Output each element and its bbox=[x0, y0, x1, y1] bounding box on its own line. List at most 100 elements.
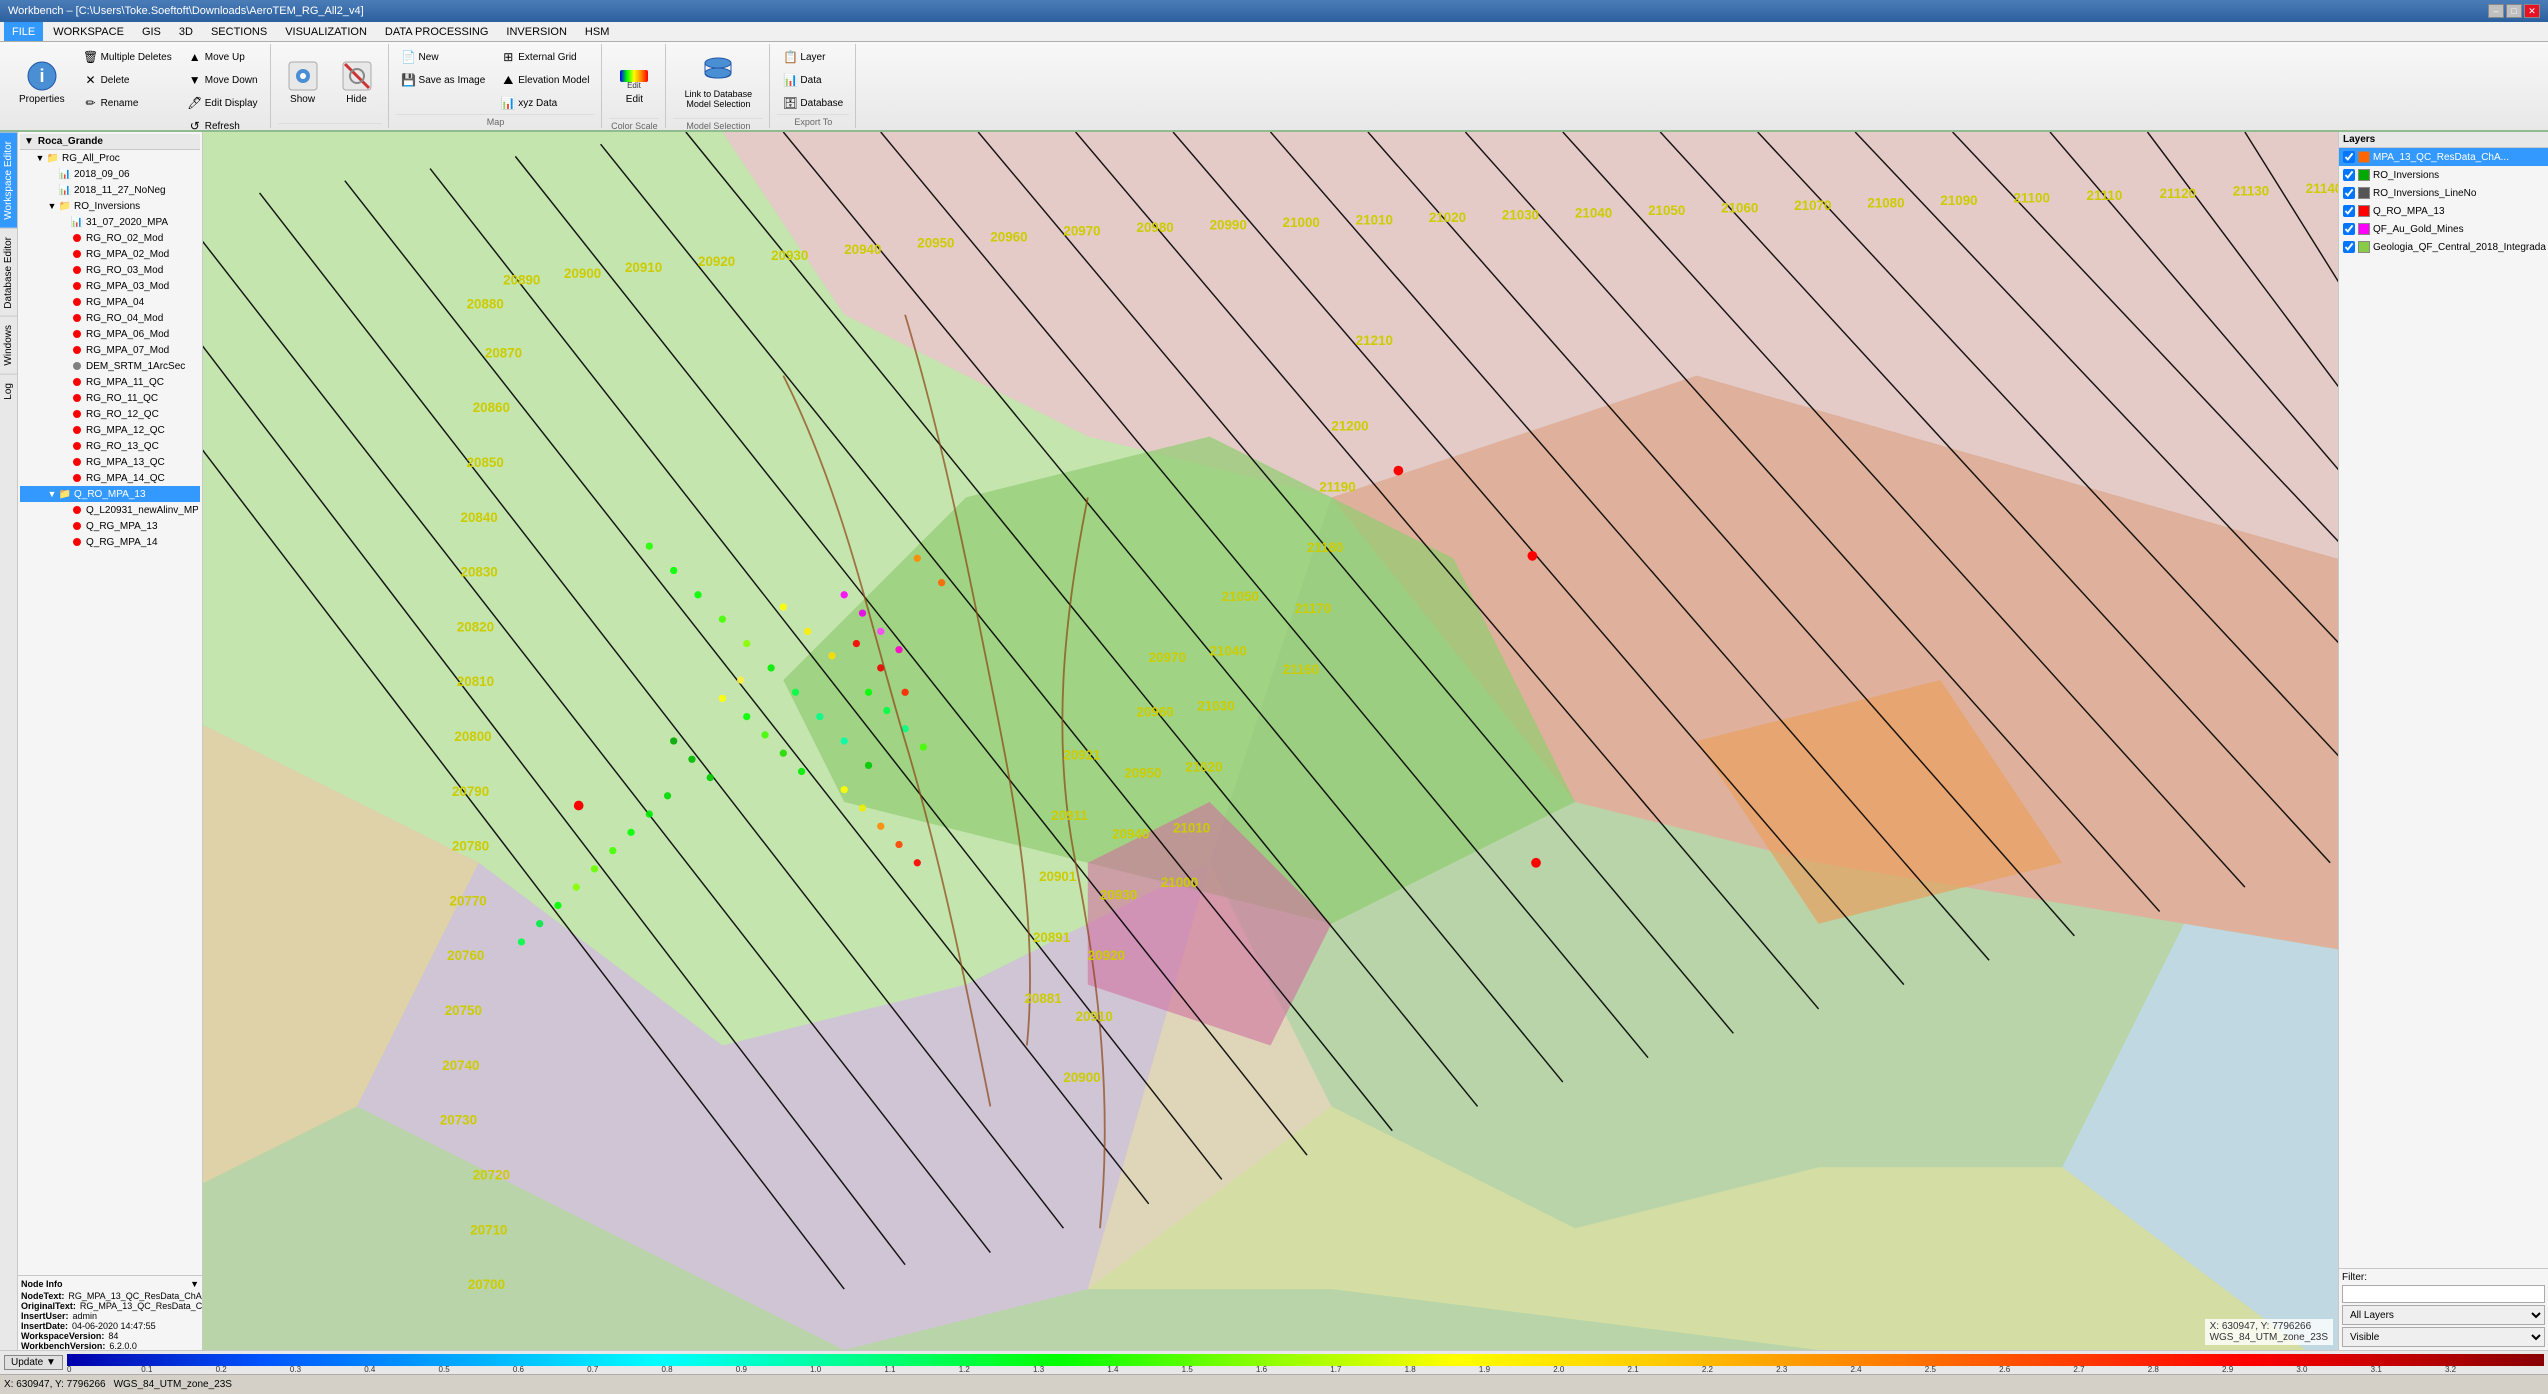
filter-input[interactable] bbox=[2342, 1285, 2545, 1303]
tree-item-rg-mpa-06-mod[interactable]: ▶RG_MPA_06_Mod bbox=[20, 326, 200, 342]
layer-item-ro-inversions[interactable]: RO_Inversions bbox=[2339, 166, 2548, 184]
tree-item-dem-srtm[interactable]: ▶DEM_SRTM_1ArcSec bbox=[20, 358, 200, 374]
tree-item-q-l20931-newalinv[interactable]: ▶Q_L20931_newAlinv_MPA1_ bbox=[20, 502, 200, 518]
layer-color bbox=[2358, 205, 2370, 217]
layers-visible-dropdown[interactable]: Visible bbox=[2342, 1327, 2545, 1347]
menu-workspace[interactable]: WORKSPACE bbox=[45, 22, 132, 41]
layer-checkbox[interactable] bbox=[2343, 241, 2355, 253]
tree-expander[interactable]: ▼ bbox=[34, 152, 46, 164]
layer-checkbox[interactable] bbox=[2343, 205, 2355, 217]
new-button[interactable]: 📄 New bbox=[396, 46, 492, 68]
menu-data-processing[interactable]: DATA PROCESSING bbox=[377, 22, 497, 41]
tree-label: RG_MPA_07_Mod bbox=[86, 345, 169, 356]
tree-item-ro-inversions[interactable]: ▼📁RO_Inversions bbox=[20, 198, 200, 214]
side-tab-database-editor[interactable]: Database Editor bbox=[0, 228, 17, 317]
tree-item-rg-all-proc[interactable]: ▼📁RG_All_Proc bbox=[20, 150, 200, 166]
move-down-button[interactable]: ▼ Move Down bbox=[182, 69, 264, 91]
minimize-button[interactable]: – bbox=[2488, 4, 2504, 18]
layer-item-mpa-13-qc[interactable]: MPA_13_QC_ResData_ChA... bbox=[2339, 148, 2548, 166]
svg-text:1.9: 1.9 bbox=[1479, 1365, 1491, 1372]
tree-item-2018-09-06[interactable]: ▶📊2018_09_06 bbox=[20, 166, 200, 182]
tree-item-rg-ro-02-mod[interactable]: ▶RG_RO_02_Mod bbox=[20, 230, 200, 246]
layer-item-ro-inversions-lineno[interactable]: RO_Inversions_LineNo bbox=[2339, 184, 2548, 202]
menu-gis[interactable]: GIS bbox=[134, 22, 169, 41]
main-area: Workspace Editor Database Editor Windows… bbox=[0, 132, 2548, 1350]
layer-checkbox[interactable] bbox=[2343, 151, 2355, 163]
hide-button[interactable]: Hide bbox=[332, 46, 382, 118]
layers-all-dropdown[interactable]: All Layers bbox=[2342, 1305, 2545, 1325]
menu-hsm[interactable]: HSM bbox=[577, 22, 617, 41]
edit-display-button[interactable]: 🖊 Edit Display bbox=[182, 92, 264, 114]
tree-item-q-rg-mpa-13[interactable]: ▶Q_RG_MPA_13 bbox=[20, 518, 200, 534]
tree-item-rg-mpa-04[interactable]: ▶RG_MPA_04 bbox=[20, 294, 200, 310]
tree-item-rg-mpa-03-mod[interactable]: ▶RG_MPA_03_Mod bbox=[20, 278, 200, 294]
svg-text:20760: 20760 bbox=[447, 948, 484, 963]
tree-expander[interactable]: ▼ bbox=[46, 488, 58, 500]
delete-button[interactable]: ✕ Delete bbox=[78, 69, 178, 91]
move-up-button[interactable]: ▲ Move Up bbox=[182, 46, 264, 68]
layer-export-button[interactable]: 📋 Layer bbox=[777, 46, 849, 68]
tree-item-2018-11-27-noneg[interactable]: ▶📊2018_11_27_NoNeg bbox=[20, 182, 200, 198]
save-as-image-button[interactable]: 💾 Save as Image bbox=[396, 69, 492, 91]
link-to-database-button[interactable]: Link to Database Model Selection bbox=[673, 46, 763, 118]
tree-item-rg-ro-11-qc[interactable]: ▶RG_RO_11_QC bbox=[20, 390, 200, 406]
menu-sections[interactable]: SECTIONS bbox=[203, 22, 275, 41]
tree-item-rg-mpa-13-qc[interactable]: ▶RG_MPA_13_QC bbox=[20, 454, 200, 470]
multiple-deletes-button[interactable]: 🗑 Multiple Deletes bbox=[78, 46, 178, 68]
svg-text:21130: 21130 bbox=[2233, 183, 2269, 198]
right-panel: Layers MPA_13_QC_ResData_ChA...RO_Invers… bbox=[2338, 132, 2548, 1350]
tree-item-rg-ro-03-mod[interactable]: ▶RG_RO_03_Mod bbox=[20, 262, 200, 278]
xyz-data-button[interactable]: 📊 xyz Data bbox=[495, 92, 595, 114]
tree-label: 2018_09_06 bbox=[74, 169, 130, 180]
tree-item-31-07-2020-mpa[interactable]: ▶📊31_07_2020_MPA bbox=[20, 214, 200, 230]
menu-visualization[interactable]: VISUALIZATION bbox=[277, 22, 375, 41]
svg-text:21020: 21020 bbox=[1185, 759, 1222, 774]
properties-button[interactable]: i Properties bbox=[10, 46, 74, 118]
ribbon-group-show-hide: Show Hide bbox=[272, 44, 389, 128]
menu-3d[interactable]: 3D bbox=[171, 22, 201, 41]
menu-file[interactable]: FILE bbox=[4, 22, 43, 41]
tree-expander[interactable]: ▼ bbox=[46, 200, 58, 212]
svg-text:20880: 20880 bbox=[467, 297, 504, 312]
tree-item-rg-mpa-11-qc[interactable]: ▶RG_MPA_11_QC bbox=[20, 374, 200, 390]
menu-inversion[interactable]: INVERSION bbox=[498, 22, 575, 41]
layer-item-qf-au-gold-mines[interactable]: QF_Au_Gold_Mines bbox=[2339, 220, 2548, 238]
side-tab-log[interactable]: Log bbox=[0, 374, 17, 408]
tree-item-rg-mpa-07-mod[interactable]: ▶RG_MPA_07_Mod bbox=[20, 342, 200, 358]
layer-item-q-ro-mpa-13[interactable]: Q_RO_MPA_13 bbox=[2339, 202, 2548, 220]
tree-item-q-ro-mpa-13[interactable]: ▼📁Q_RO_MPA_13 bbox=[20, 486, 200, 502]
tree-icon bbox=[70, 471, 84, 485]
tree-item-rg-ro-04-mod[interactable]: ▶RG_RO_04_Mod bbox=[20, 310, 200, 326]
layer-checkbox[interactable] bbox=[2343, 223, 2355, 235]
tree-item-q-rg-mpa-14[interactable]: ▶Q_RG_MPA_14 bbox=[20, 534, 200, 550]
tree-item-rg-mpa-12-qc[interactable]: ▶RG_MPA_12_QC bbox=[20, 422, 200, 438]
tree-item-rg-mpa-02-mod[interactable]: ▶RG_MPA_02_Mod bbox=[20, 246, 200, 262]
data-export-button[interactable]: 📊 Data bbox=[777, 69, 849, 91]
external-grid-button[interactable]: ⊞ External Grid bbox=[495, 46, 595, 68]
svg-text:1.8: 1.8 bbox=[1405, 1365, 1417, 1372]
show-button[interactable]: Show bbox=[278, 46, 328, 118]
layer-item-geologia[interactable]: Geologia_QF_Central_2018_Integrada bbox=[2339, 238, 2548, 256]
tree-icon bbox=[70, 231, 84, 245]
layer-checkbox[interactable] bbox=[2343, 187, 2355, 199]
map-area[interactable]: 20880 20870 20860 20850 20840 20830 2082… bbox=[203, 132, 2338, 1350]
database-export-button[interactable]: 🗄 Database bbox=[777, 92, 849, 114]
rename-button[interactable]: ✏ Rename bbox=[78, 92, 178, 114]
tree-item-rg-ro-13-qc[interactable]: ▶RG_RO_13_QC bbox=[20, 438, 200, 454]
layer-checkbox[interactable] bbox=[2343, 169, 2355, 181]
side-tab-windows[interactable]: Windows bbox=[0, 316, 17, 374]
edit-colorscale-button[interactable]: Edit Edit bbox=[609, 46, 659, 118]
maximize-button[interactable]: □ bbox=[2506, 4, 2522, 18]
close-button[interactable]: ✕ bbox=[2524, 4, 2540, 18]
tree-item-rg-ro-12-qc[interactable]: ▶RG_RO_12_QC bbox=[20, 406, 200, 422]
projection-label: WGS_84_UTM_zone_23S bbox=[2210, 1332, 2328, 1343]
node-info-field-value: 6.2.0.0 bbox=[109, 1341, 137, 1350]
svg-text:20860: 20860 bbox=[473, 400, 510, 415]
svg-text:21120: 21120 bbox=[2160, 186, 2196, 201]
side-tab-workspace-editor[interactable]: Workspace Editor bbox=[0, 132, 17, 228]
elevation-model-button[interactable]: ⛰ Elevation Model bbox=[495, 69, 595, 91]
tree-item-rg-mpa-14-qc[interactable]: ▶RG_MPA_14_QC bbox=[20, 470, 200, 486]
layers-filter: Filter: All Layers Visible bbox=[2339, 1268, 2548, 1350]
workspace-tree-title: ▼ Roca_Grande bbox=[20, 134, 200, 150]
update-button[interactable]: Update ▼ bbox=[4, 1355, 63, 1370]
